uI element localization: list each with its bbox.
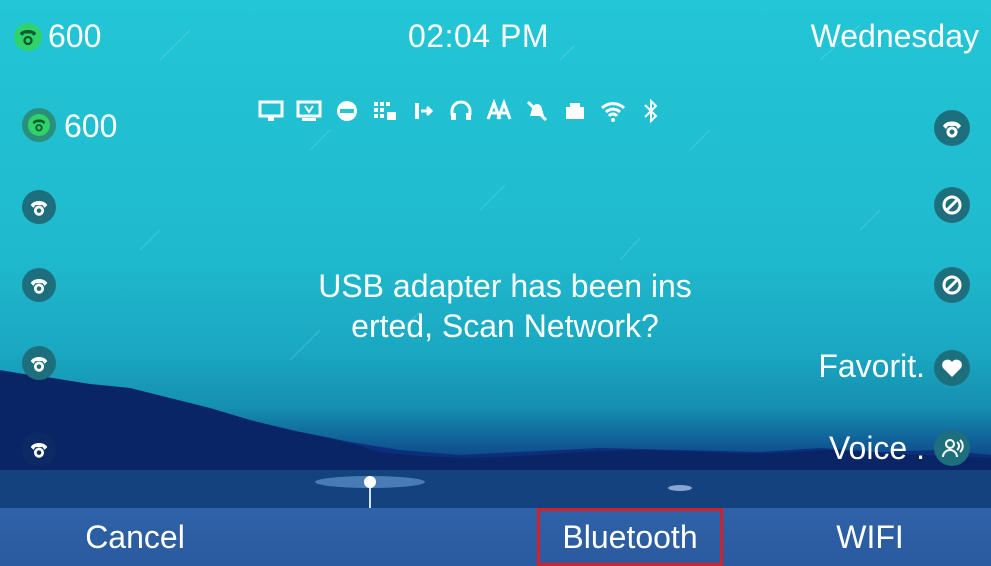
phone-icon (28, 114, 50, 136)
forward-icon (408, 97, 438, 125)
monitor-icon (256, 97, 286, 125)
line-key-1[interactable] (22, 108, 56, 142)
blocked-icon (942, 195, 962, 215)
cancel-softkey[interactable]: Cancel (20, 508, 250, 566)
headset-icon (446, 97, 476, 125)
wifi-icon (598, 97, 628, 125)
line-key-1-label: 600 (64, 108, 118, 144)
dnd-icon (332, 97, 362, 125)
status-bar: 600 02:04 PM Wednesday (0, 0, 991, 80)
weekday: Wednesday (810, 18, 979, 54)
line-key-2[interactable] (22, 190, 56, 224)
keypad-lock-icon (370, 97, 400, 125)
line-key-3[interactable] (22, 268, 56, 302)
wifi-softkey[interactable]: WIFI (770, 508, 970, 566)
prompt-line-1: USB adapter has been ins (318, 268, 692, 304)
right-key-4-label: Favorit. (818, 348, 925, 384)
phone-icon (30, 443, 48, 458)
phone-icon (14, 22, 42, 51)
line-key-4[interactable] (22, 346, 56, 380)
blocked-icon (942, 275, 962, 295)
phone-icon (30, 279, 48, 294)
bluetooth-softkey[interactable]: Bluetooth (537, 508, 723, 566)
right-key-4[interactable] (934, 350, 970, 386)
softkey-bar: Cancel Bluetooth WIFI (0, 508, 991, 566)
prompt-line-2: erted, Scan Network? (351, 308, 659, 344)
account-number: 600 (48, 18, 102, 54)
phone-icon (30, 357, 48, 372)
right-key-1[interactable] (934, 110, 970, 146)
right-key-5[interactable] (934, 430, 970, 466)
line-key-5[interactable] (22, 432, 56, 466)
right-key-2[interactable] (934, 187, 970, 223)
phone-screen: 600 02:04 PM Wednesday 600 Favorit. Voic… (0, 0, 991, 566)
phone-icon (943, 121, 961, 138)
mute-icon (522, 97, 552, 125)
account-indicator: 600 (14, 18, 101, 55)
voice-icon (942, 439, 964, 458)
heart-icon (942, 359, 962, 377)
right-key-3[interactable] (934, 267, 970, 303)
auto-answer-icon (484, 97, 514, 125)
status-icons (256, 97, 666, 125)
clock: 02:04 PM (408, 18, 549, 54)
right-key-5-label: Voice . (828, 430, 925, 466)
phone-icon (30, 201, 48, 216)
tv-icon (294, 97, 324, 125)
bluetooth-icon (636, 97, 666, 125)
usb-icon (560, 97, 590, 125)
usb-adapter-prompt: USB adapter has been ins erted, Scan Net… (250, 266, 760, 346)
